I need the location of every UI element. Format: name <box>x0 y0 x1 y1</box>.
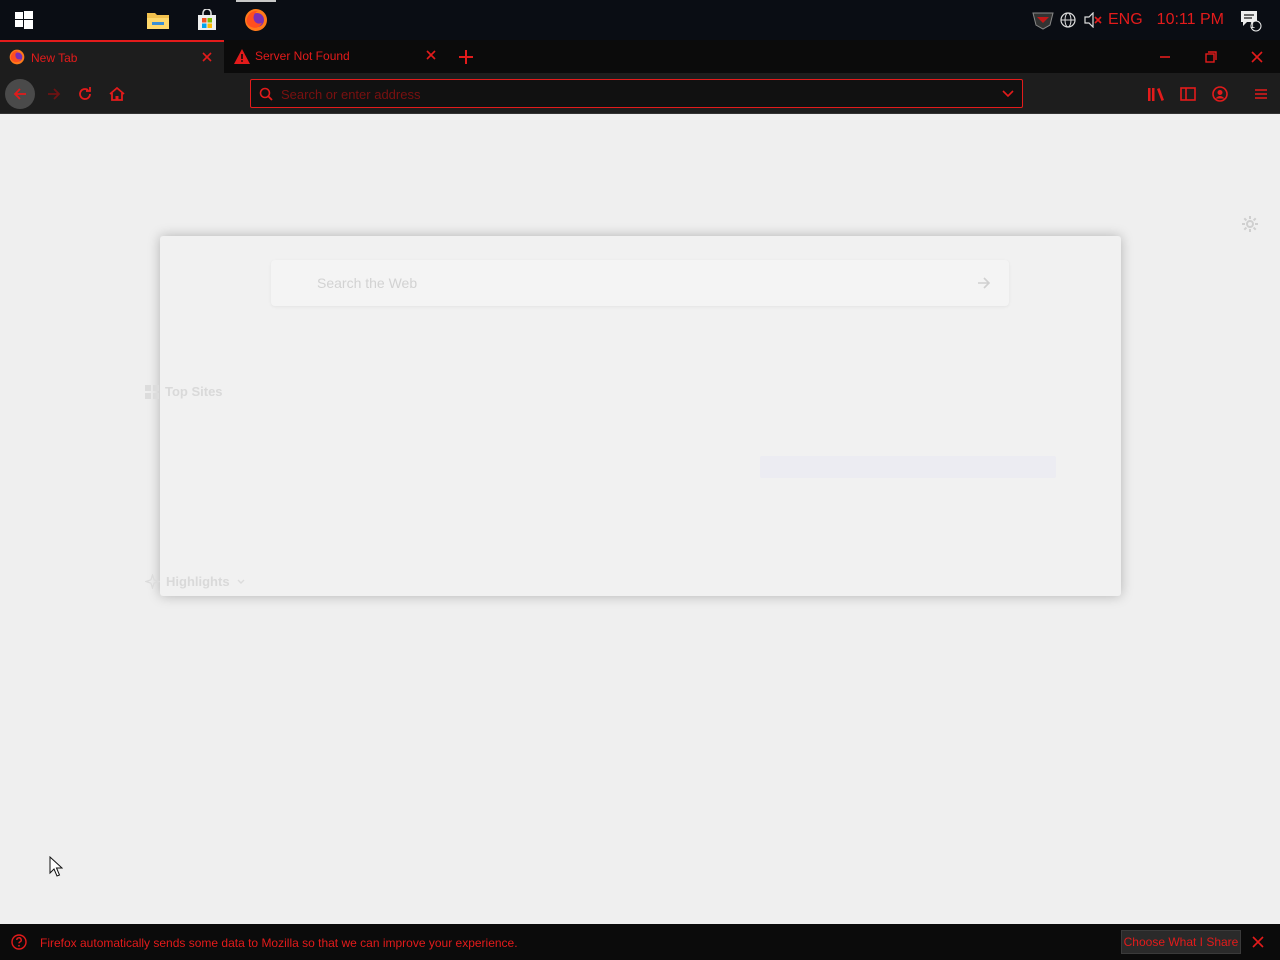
search-icon <box>259 87 273 101</box>
data-collection-notification-bar: Firefox automatically sends some data to… <box>0 924 1280 960</box>
back-button[interactable] <box>5 79 35 109</box>
top-sites-heading[interactable]: Top Sites <box>145 384 223 399</box>
top-sites-placeholder <box>760 456 1056 478</box>
new-tab-page: Top Sites Highlights <box>0 114 1280 924</box>
firefox-icon <box>245 9 267 31</box>
minimize-button[interactable] <box>1142 40 1188 73</box>
reload-icon <box>79 87 91 100</box>
choose-what-i-share-button[interactable]: Choose What I Share <box>1121 930 1241 954</box>
home-button[interactable] <box>102 79 132 109</box>
arrow-right-icon[interactable] <box>976 275 992 291</box>
start-button[interactable] <box>0 0 48 40</box>
taskbar-store[interactable] <box>183 0 231 40</box>
arrow-left-icon <box>13 88 26 100</box>
forward-button[interactable] <box>39 79 69 109</box>
notification-count: 1 <box>1250 20 1256 30</box>
web-search-box[interactable] <box>271 260 1009 306</box>
taskbar-file-explorer[interactable] <box>134 0 182 40</box>
action-center-button[interactable]: 1 <box>1230 0 1270 40</box>
folder-icon <box>147 13 169 29</box>
tab-server-not-found[interactable]: Server Not Found <box>224 40 450 73</box>
tab-strip: New Tab Server Not Found <box>0 40 1280 73</box>
highlights-heading[interactable]: Highlights <box>145 574 246 589</box>
account-button[interactable] <box>1205 79 1235 109</box>
clock[interactable]: 10:11 PM <box>1157 11 1224 29</box>
warning-icon <box>234 49 250 64</box>
address-bar[interactable] <box>250 79 1023 108</box>
library-button[interactable] <box>1141 79 1171 109</box>
nav-toolbar <box>0 73 1280 114</box>
tab-label: Server Not Found <box>255 49 350 63</box>
mouse-cursor-icon <box>49 856 63 877</box>
address-input[interactable] <box>281 85 981 103</box>
grid-icon <box>145 384 159 399</box>
close-icon <box>1251 50 1263 63</box>
tab-label: New Tab <box>31 51 78 65</box>
arrow-right-icon <box>48 88 61 100</box>
close-window-button[interactable] <box>1234 40 1280 73</box>
notification-message: Firefox automatically sends some data to… <box>40 936 518 950</box>
restore-button[interactable] <box>1188 40 1234 73</box>
plus-icon <box>459 49 473 64</box>
top-sites-label: Top Sites <box>165 384 223 399</box>
home-icon <box>109 86 125 101</box>
firefox-icon <box>9 49 25 65</box>
minimize-icon <box>1160 55 1170 58</box>
new-tab-button[interactable] <box>451 40 481 73</box>
system-tray: ENG 10:11 PM <box>1032 0 1224 40</box>
close-icon[interactable] <box>424 48 438 62</box>
sidebar-button[interactable] <box>1173 79 1203 109</box>
rog-shield-icon[interactable] <box>1032 10 1054 30</box>
highlights-label: Highlights <box>166 574 230 589</box>
web-search-input[interactable] <box>317 274 957 292</box>
store-bag-icon <box>198 9 216 30</box>
close-icon[interactable] <box>1252 936 1264 948</box>
chevron-down-icon <box>237 579 245 584</box>
chevron-down-icon[interactable] <box>1001 87 1015 101</box>
restore-icon <box>1205 50 1217 63</box>
hamburger-menu-icon <box>1255 89 1267 99</box>
taskbar: ENG 10:11 PM 1 <box>0 0 1280 40</box>
menu-button[interactable] <box>1246 79 1276 109</box>
reload-button[interactable] <box>70 79 100 109</box>
globe-icon[interactable] <box>1060 12 1076 28</box>
account-icon <box>1212 86 1228 102</box>
close-icon[interactable] <box>200 50 214 64</box>
speaker-muted-icon[interactable] <box>1084 12 1102 28</box>
tab-new-tab[interactable]: New Tab <box>0 40 224 73</box>
sidebar-icon <box>1180 87 1196 101</box>
taskbar-firefox[interactable] <box>232 0 280 40</box>
highlights-sparkle-icon <box>145 574 160 589</box>
gear-icon[interactable] <box>1241 215 1259 233</box>
library-icon <box>1148 88 1164 101</box>
help-circle-icon <box>11 934 27 950</box>
language-indicator[interactable]: ENG <box>1108 11 1143 29</box>
windows-start-icon <box>15 11 33 29</box>
